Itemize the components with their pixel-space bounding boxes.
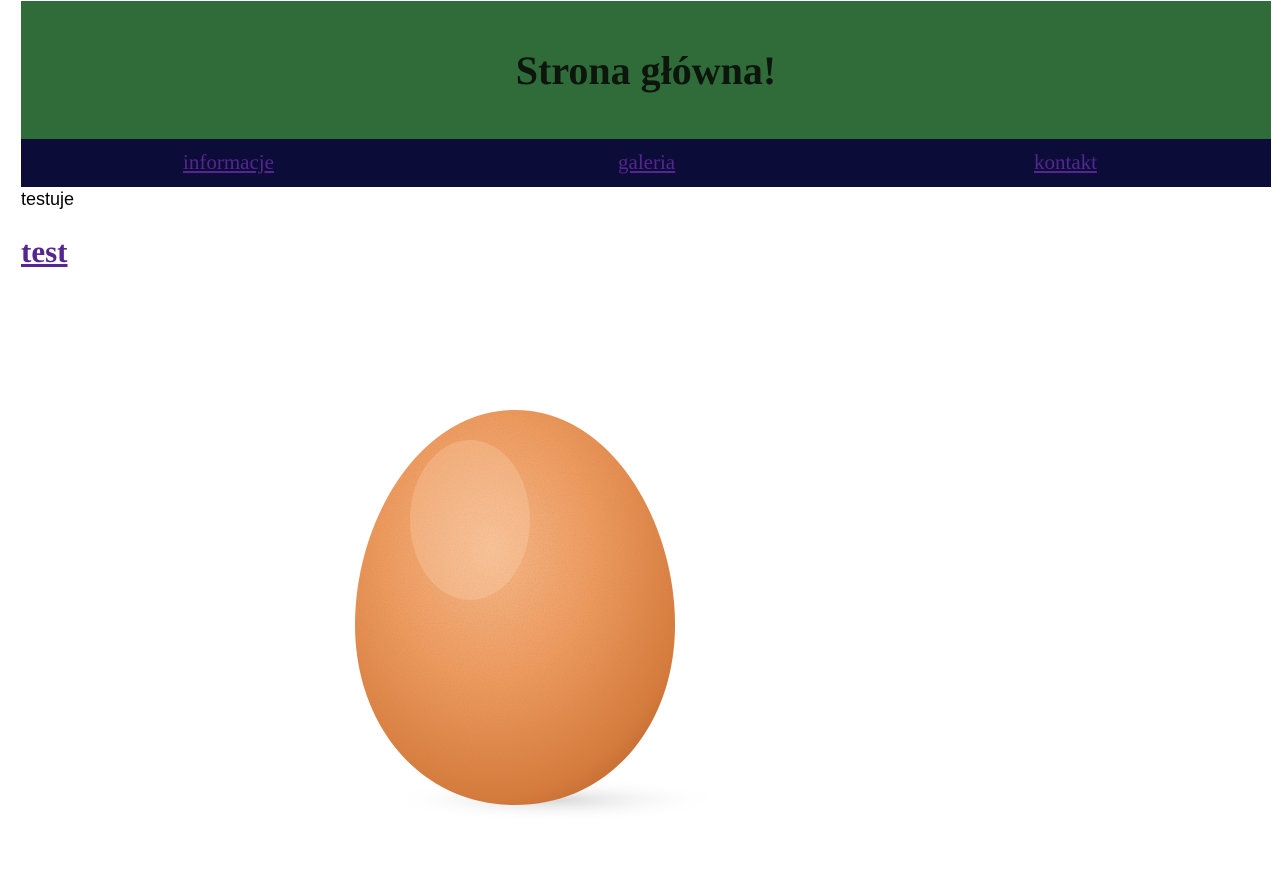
nav-link-kontakt[interactable]: kontakt	[1034, 152, 1097, 173]
egg-image	[355, 410, 725, 822]
section-heading: test	[21, 236, 67, 267]
page-container: Strona główna! informacje galeria kontak…	[21, 1, 1271, 187]
nav-link-informacje[interactable]: informacje	[183, 152, 274, 173]
site-header: Strona główna!	[21, 1, 1271, 139]
main-nav: informacje galeria kontakt	[21, 139, 1271, 187]
page-title: Strona główna!	[515, 48, 777, 93]
heading-link[interactable]: test	[21, 234, 67, 269]
nav-link-galeria[interactable]: galeria	[618, 152, 675, 173]
intro-text: testuje	[21, 189, 75, 209]
